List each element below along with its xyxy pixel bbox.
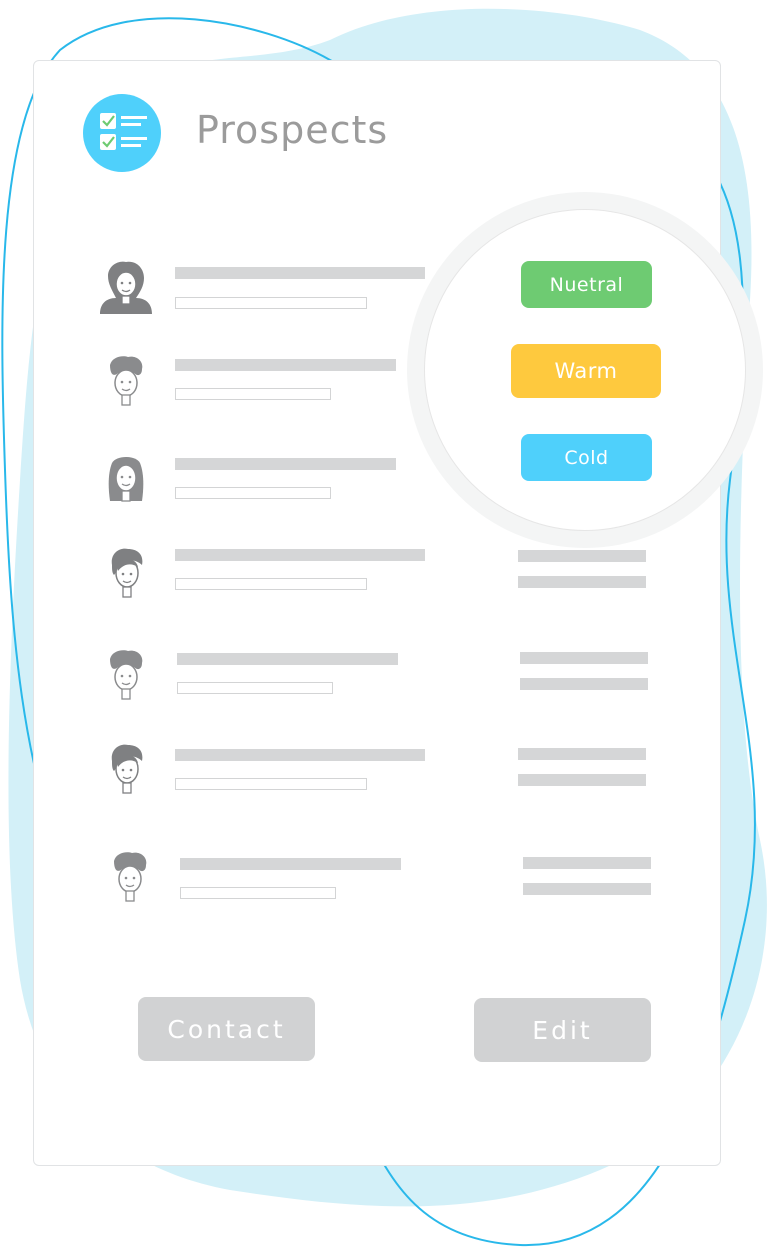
woman-side-bangs-avatar-icon bbox=[92, 545, 162, 605]
status-placeholder bbox=[518, 550, 646, 562]
warm-tag-button[interactable]: Warm bbox=[511, 344, 661, 398]
prospect-row[interactable] bbox=[34, 741, 722, 801]
status-placeholder bbox=[518, 774, 646, 786]
name-placeholder bbox=[175, 359, 396, 371]
detail-placeholder bbox=[180, 887, 336, 899]
detail-placeholder bbox=[175, 487, 331, 499]
prospects-illustration: Prospects Nuetral Warm Cold Contact Edit bbox=[0, 0, 768, 1249]
woman-long-hair-avatar-icon bbox=[92, 451, 162, 511]
name-placeholder bbox=[180, 858, 401, 870]
name-placeholder bbox=[175, 458, 396, 470]
detail-placeholder bbox=[175, 578, 367, 590]
status-placeholder bbox=[518, 576, 646, 588]
prospect-row[interactable] bbox=[34, 545, 722, 605]
neutral-tag-button[interactable]: Nuetral bbox=[521, 261, 652, 308]
status-placeholder bbox=[518, 748, 646, 760]
man-avatar-icon bbox=[92, 649, 162, 709]
checklist-icon bbox=[83, 94, 161, 172]
man-avatar-icon bbox=[96, 851, 166, 911]
contact-button[interactable]: Contact bbox=[138, 997, 315, 1061]
name-placeholder bbox=[175, 267, 425, 279]
status-placeholder bbox=[520, 678, 648, 690]
detail-placeholder bbox=[175, 388, 331, 400]
name-placeholder bbox=[175, 749, 425, 761]
cold-tag-button[interactable]: Cold bbox=[521, 434, 652, 481]
status-placeholder bbox=[523, 857, 651, 869]
woman-side-bangs-avatar-icon bbox=[92, 741, 162, 801]
edit-button[interactable]: Edit bbox=[474, 998, 651, 1062]
status-placeholder bbox=[520, 652, 648, 664]
status-placeholder bbox=[523, 883, 651, 895]
woman-curly-hair-avatar-icon bbox=[92, 260, 162, 320]
name-placeholder bbox=[177, 653, 398, 665]
detail-placeholder bbox=[175, 297, 367, 309]
name-placeholder bbox=[175, 549, 425, 561]
prospect-row[interactable] bbox=[34, 851, 722, 911]
prospect-row[interactable] bbox=[34, 649, 722, 709]
man-avatar-icon bbox=[92, 355, 162, 415]
page-title: Prospects bbox=[196, 108, 389, 152]
detail-placeholder bbox=[175, 778, 367, 790]
detail-placeholder bbox=[177, 682, 333, 694]
